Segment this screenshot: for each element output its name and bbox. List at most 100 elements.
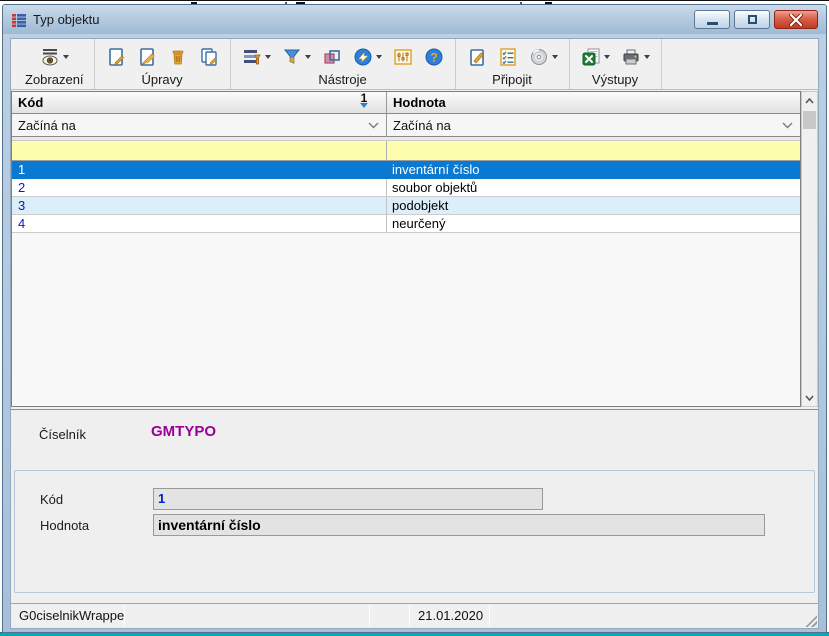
table-row[interactable]: 4 neurčený [12,215,800,233]
window-typ-objektu: Typ objektu [2,4,827,633]
column-header-kod[interactable]: Kód 1 [12,92,387,114]
maximize-button[interactable] [734,10,770,29]
vertical-scrollbar[interactable] [801,91,818,407]
hodnota-field-label: Hodnota [40,518,89,533]
cell-kod[interactable]: 1 [12,161,387,178]
toolbar-group-label: Zobrazení [25,72,84,87]
status-date: 21.01.2020 [410,604,489,628]
filter-input-hodnota[interactable] [387,141,800,161]
close-button[interactable] [774,10,818,29]
delete-record-icon [168,47,188,67]
help-icon: ? [424,47,444,67]
disc-button[interactable] [528,46,559,68]
grid-filter-input-row [12,141,800,161]
view-eye-icon [40,47,60,67]
titlebar[interactable]: Typ objektu [3,5,826,34]
toolbar-group-zobrazeni: Zobrazení [15,39,95,89]
settings-sliders-icon [393,47,413,67]
new-record-button[interactable] [105,46,127,68]
checklist-button[interactable] [497,46,519,68]
scroll-up-button[interactable] [802,92,817,109]
dropdown-caret-icon [63,55,69,59]
ciselnik-label: Číselník [39,427,86,442]
copy-record-button[interactable] [198,46,220,68]
excel-export-icon [581,47,601,67]
toolbar: Zobrazení [11,39,818,90]
copy-record-icon [199,47,219,67]
note-button[interactable] [466,46,488,68]
maximize-icon [748,15,757,24]
status-bar: G0ciselnikWrapper 21.01.2020 [11,603,818,628]
toolbar-group-label: Připojit [492,72,532,87]
ciselnik-value: GMTYPO [151,423,216,440]
cell-hodnota[interactable]: soubor objektů [387,179,800,196]
column-header-label: Hodnota [393,95,446,110]
print-icon [621,47,641,67]
window-list-icon [11,12,27,28]
cell-hodnota[interactable]: podobjekt [387,197,800,214]
minimize-icon [707,22,718,25]
help-button[interactable]: ? [423,46,445,68]
edit-record-icon [137,47,157,67]
column-header-hodnota[interactable]: Hodnota [387,92,800,114]
table-row[interactable]: 1 inventární číslo [12,161,800,179]
status-empty [370,604,409,628]
excel-export-button[interactable] [580,46,611,68]
layers-button[interactable] [321,46,343,68]
filter-combo-value: Začíná na [18,118,76,133]
window-title: Typ objektu [33,12,100,27]
cell-kod[interactable]: 3 [12,197,387,214]
filter-button[interactable] [281,46,312,68]
scrollbar-thumb[interactable] [803,111,816,129]
data-grid: Kód 1 Hodnota Začíná na [11,91,818,407]
status-empty [490,604,818,628]
history-clock-icon [353,47,373,67]
dropdown-caret-icon [552,55,558,59]
grid-table: Kód 1 Hodnota Začíná na [11,91,801,407]
chevron-down-icon [368,122,379,129]
status-empty [125,604,369,628]
svg-text:?: ? [430,51,437,65]
edit-record-button[interactable] [136,46,158,68]
scroll-down-button[interactable] [802,389,817,406]
cell-kod[interactable]: 2 [12,179,387,196]
delete-record-button[interactable] [167,46,189,68]
grid-header: Kód 1 Hodnota [12,92,800,114]
window-controls [694,10,818,29]
close-icon [789,14,803,26]
grid-filter-row: Začíná na Začíná na [12,114,800,137]
table-actions-button[interactable] [241,46,272,68]
new-record-icon [106,47,126,67]
cell-kod[interactable]: 4 [12,215,387,232]
kod-field: 1 [153,488,543,510]
cell-hodnota[interactable]: inventární číslo [387,161,800,178]
toolbar-group-pripojit: Připojit [456,39,570,89]
filter-combo-kod[interactable]: Začíná na [12,114,387,137]
history-button[interactable] [352,46,383,68]
column-header-label: Kód [18,95,43,110]
grid-empty-area [12,233,800,406]
view-button[interactable] [39,46,70,68]
detail-panel: Číselník GMTYPO Kód 1 Hodnota inventární… [11,409,818,603]
settings-button[interactable] [392,46,414,68]
dropdown-caret-icon [265,55,271,59]
chevron-up-icon [805,98,814,104]
status-module: G0ciselnikWrapper [11,604,124,628]
minimize-button[interactable] [694,10,730,29]
kod-field-label: Kód [40,492,63,507]
print-button[interactable] [620,46,651,68]
hodnota-field: inventární číslo [153,514,765,536]
chevron-down-icon [782,122,793,129]
table-row[interactable]: 3 podobjekt [12,197,800,215]
filter-input-kod[interactable] [12,141,387,161]
filter-combo-hodnota[interactable]: Začíná na [387,114,800,137]
toolbar-group-label: Výstupy [592,72,638,87]
grid-body: 1 inventární číslo 2 soubor objektů 3 po… [12,161,800,233]
cell-hodnota[interactable]: neurčený [387,215,800,232]
note-icon [467,47,487,67]
toolbar-group-upravy: Úpravy [95,39,231,89]
table-row[interactable]: 2 soubor objektů [12,179,800,197]
detail-groupbox: Kód 1 Hodnota inventární číslo [14,470,815,593]
screen: Typ objektu [0,0,829,636]
filter-funnel-icon [282,47,302,67]
